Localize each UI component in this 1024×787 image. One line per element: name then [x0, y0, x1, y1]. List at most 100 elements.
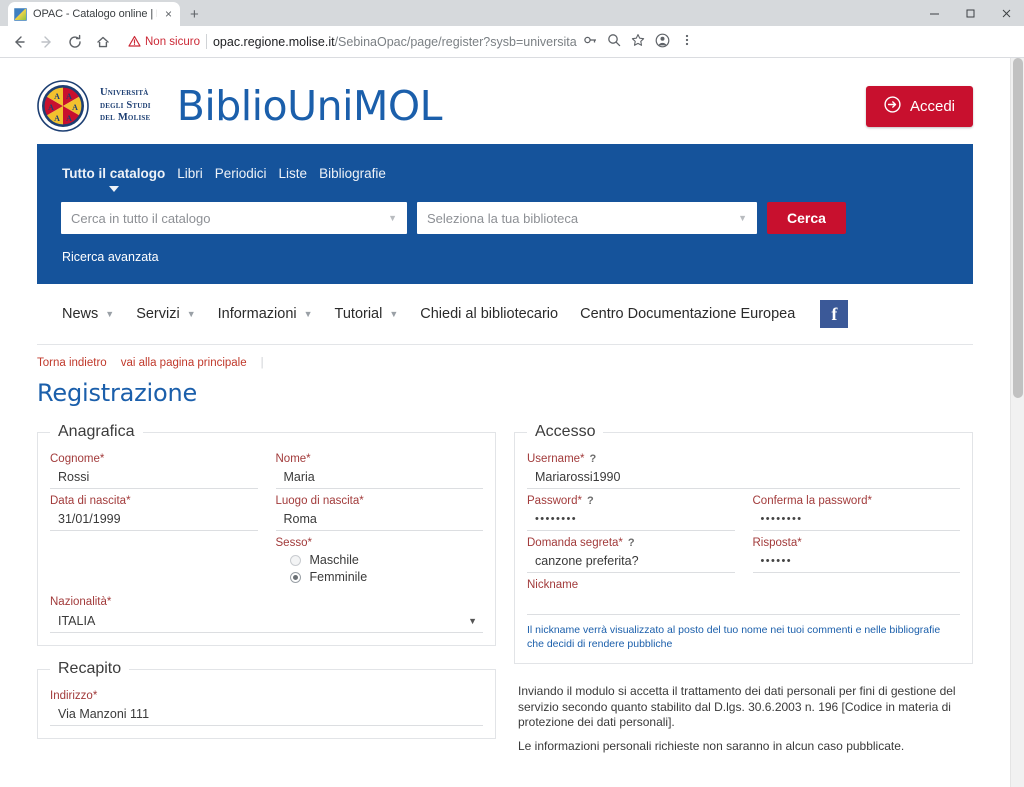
accesso-legend: Accesso	[535, 423, 596, 440]
omnibox-icons	[583, 33, 698, 51]
nav-item-tutorial[interactable]: Tutorial ▼	[324, 306, 410, 322]
university-line-3: del Molise	[100, 112, 151, 124]
search-input[interactable]: Cerca in tutto il catalogo ▼	[61, 202, 407, 234]
chevron-down-icon: ▼	[186, 309, 196, 319]
cognome-input[interactable]: Rossi	[50, 466, 258, 489]
not-secure-indicator[interactable]: Non sicuro	[128, 35, 200, 48]
help-icon[interactable]: ?	[628, 537, 635, 549]
address-bar[interactable]: Non sicuro opac.regione.molise.it/Sebina…	[124, 30, 1012, 54]
star-icon[interactable]	[631, 33, 645, 50]
nome-input[interactable]: Maria	[275, 466, 483, 489]
key-icon[interactable]	[583, 33, 597, 50]
nav-item-chiedi-al-bibliotecario[interactable]: Chiedi al bibliotecario	[409, 306, 569, 322]
nickname-label: Nickname	[527, 579, 579, 591]
password-group: Password* ? ••••••••	[527, 495, 735, 531]
tab-title: OPAC - Catalogo online | Registr	[33, 8, 157, 20]
scrollbar-thumb[interactable]	[1013, 58, 1023, 398]
new-tab-button[interactable]: +	[190, 7, 199, 22]
advanced-search-link[interactable]: Ricerca avanzata	[61, 250, 949, 264]
indirizzo-input[interactable]: Via Manzoni 111	[50, 703, 483, 726]
chevron-down-icon[interactable]: ▼	[468, 616, 477, 626]
password-row: Password* ? •••••••• Conferma la passwor…	[527, 489, 960, 531]
breadcrumb: Torna indietro vai alla pagina principal…	[0, 345, 1010, 369]
home-icon[interactable]	[90, 29, 116, 55]
close-window-icon[interactable]	[988, 0, 1024, 26]
search-tab-libri[interactable]: Libri	[177, 166, 203, 183]
username-input[interactable]: Mariarossi1990	[527, 466, 960, 489]
maximize-icon[interactable]	[952, 0, 988, 26]
help-icon[interactable]: ?	[587, 495, 594, 507]
anagrafica-legend: Anagrafica	[58, 423, 135, 440]
search-submit-button[interactable]: Cerca	[767, 202, 846, 234]
back-icon[interactable]	[6, 29, 32, 55]
chevron-down-icon[interactable]: ▼	[738, 213, 747, 223]
menu-icon[interactable]	[680, 33, 694, 50]
password-input[interactable]: ••••••••	[527, 508, 735, 531]
chevron-down-icon: ▼	[389, 309, 399, 319]
sesso-label: Sesso*	[275, 537, 312, 549]
nazionalita-value: ITALIA	[58, 613, 96, 628]
close-tab-icon[interactable]: ×	[163, 8, 174, 20]
radio-femminile-icon[interactable]	[289, 571, 301, 583]
login-button[interactable]: Accedi	[865, 85, 973, 127]
help-icon[interactable]: ?	[590, 453, 597, 465]
luogo-nascita-input[interactable]: Roma	[275, 508, 483, 531]
minimize-icon[interactable]	[916, 0, 952, 26]
data-nascita-input[interactable]: 31/01/1999	[50, 508, 258, 531]
chevron-down-icon[interactable]: ▼	[388, 213, 397, 223]
search-tab-liste[interactable]: Liste	[279, 166, 308, 183]
data-nascita-label: Data di nascita*	[50, 495, 131, 507]
nav-item-informazioni[interactable]: Informazioni ▼	[207, 306, 324, 322]
login-arrow-icon	[884, 95, 901, 117]
nav-item-centro-documentazione-europea[interactable]: Centro Documentazione Europea	[569, 306, 806, 322]
nav-item-news[interactable]: News ▼	[51, 306, 125, 322]
page-scrollbar[interactable]	[1010, 58, 1024, 787]
form-column-right: Accesso Username* ? Mariarossi1990 Passw…	[514, 423, 973, 754]
nickname-input[interactable]	[527, 592, 960, 615]
breadcrumb-home-link[interactable]: vai alla pagina principale	[121, 357, 247, 369]
not-secure-label: Non sicuro	[145, 35, 200, 48]
password-label-text: Password*	[527, 495, 582, 507]
reload-icon[interactable]	[62, 29, 88, 55]
sesso-option-maschile[interactable]: Maschile	[276, 550, 484, 567]
form-column-left: Anagrafica Cognome* Rossi Nome* Maria Da…	[37, 423, 496, 754]
anagrafica-section: Anagrafica Cognome* Rossi Nome* Maria Da…	[37, 423, 496, 646]
data-nascita-group: Data di nascita* 31/01/1999	[50, 495, 258, 531]
browser-tab[interactable]: OPAC - Catalogo online | Registr ×	[8, 2, 180, 26]
domanda-segreta-label: Domanda segreta* ?	[527, 537, 735, 549]
tab-strip: OPAC - Catalogo online | Registr × +	[0, 0, 1024, 26]
svg-text:A: A	[48, 103, 54, 112]
domanda-segreta-group: Domanda segreta* ? canzone preferita?	[527, 537, 735, 573]
nickname-hint: Il nickname verrà visualizzato al posto …	[527, 624, 941, 650]
svg-text:A: A	[54, 92, 60, 101]
site-brand-title[interactable]: BiblioUniMOL	[177, 82, 443, 130]
legal-notice: Inviando il modulo si accetta il trattam…	[514, 678, 973, 754]
sesso-option-femminile[interactable]: Femminile	[276, 567, 484, 584]
conferma-password-label: Conferma la password*	[752, 495, 873, 507]
nav-item-servizi[interactable]: Servizi ▼	[125, 306, 206, 322]
browser-window: OPAC - Catalogo online | Registr × +	[0, 0, 1024, 787]
forward-icon[interactable]	[34, 29, 60, 55]
radio-maschile-icon[interactable]	[289, 554, 301, 566]
domanda-segreta-input[interactable]: canzone preferita?	[527, 550, 735, 573]
svg-text:A: A	[66, 114, 72, 123]
search-tab-bibliografie[interactable]: Bibliografie	[319, 166, 386, 183]
zoom-icon[interactable]	[607, 33, 621, 50]
university-line-1: Università	[100, 87, 149, 99]
nazionalita-select[interactable]: ITALIA ▼	[50, 609, 483, 633]
conferma-password-input[interactable]: ••••••••	[752, 508, 960, 531]
search-tab-periodici[interactable]: Periodici	[215, 166, 267, 183]
svg-text:A: A	[54, 114, 60, 123]
breadcrumb-back-link[interactable]: Torna indietro	[37, 357, 107, 369]
risposta-input[interactable]: ••••••	[752, 550, 960, 573]
library-select[interactable]: Seleziona la tua biblioteca ▼	[417, 202, 757, 234]
facebook-icon[interactable]: f	[820, 300, 849, 328]
recapito-section: Recapito Indirizzo* Via Manzoni 111	[37, 660, 496, 739]
sesso-group: Sesso* Maschile Femminile	[276, 537, 484, 584]
profile-icon[interactable]	[655, 33, 670, 51]
domanda-segreta-label-text: Domanda segreta*	[527, 537, 623, 549]
omnibox-divider	[205, 34, 207, 49]
svg-text:A: A	[72, 103, 78, 112]
page-content: AA AA AA Università degli Studi del Moli…	[0, 58, 1010, 754]
search-tab-tutto-il-catalogo[interactable]: Tutto il catalogo	[62, 166, 165, 183]
